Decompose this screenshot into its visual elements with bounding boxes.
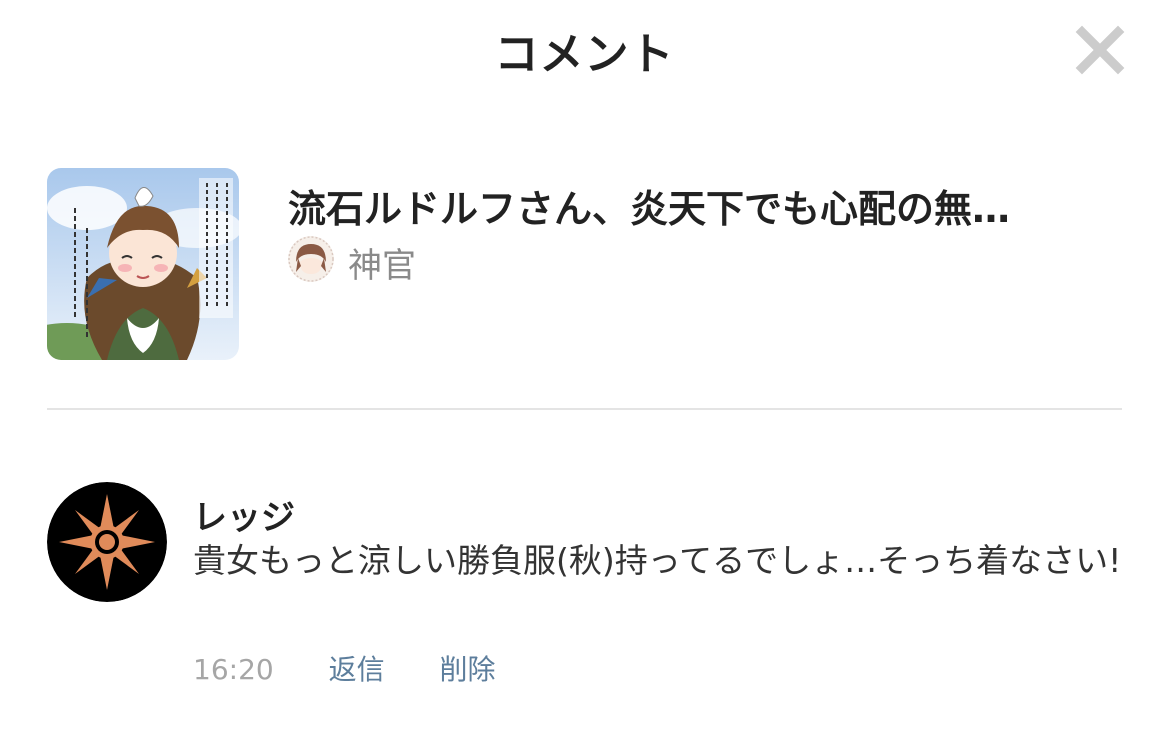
post-thumbnail[interactable]	[47, 168, 239, 360]
page-title: コメント	[494, 29, 675, 80]
close-icon	[1075, 25, 1125, 75]
close-button[interactable]	[1072, 22, 1128, 78]
divider	[47, 408, 1122, 410]
compass-star-icon	[47, 482, 167, 602]
post-card[interactable]: 流石ルドルフさん、炎天下でも心配の無… 神官	[47, 168, 1122, 360]
reply-button[interactable]: 返信	[329, 648, 385, 688]
commenter-name[interactable]: レッジ	[193, 490, 295, 539]
comment-text: 貴女もっと涼しい勝負服(秋)持ってるでしょ…そっち着なさい!	[193, 541, 1122, 580]
comment-meta: 16:20 返信 削除	[193, 648, 496, 688]
delete-button[interactable]: 削除	[440, 648, 496, 688]
commenter-avatar[interactable]	[47, 482, 167, 602]
author-avatar[interactable]	[288, 236, 334, 282]
author-name[interactable]: 神官	[348, 238, 416, 287]
comment-timestamp: 16:20	[193, 653, 274, 686]
post-title[interactable]: 流石ルドルフさん、炎天下でも心配の無…	[288, 178, 1088, 233]
